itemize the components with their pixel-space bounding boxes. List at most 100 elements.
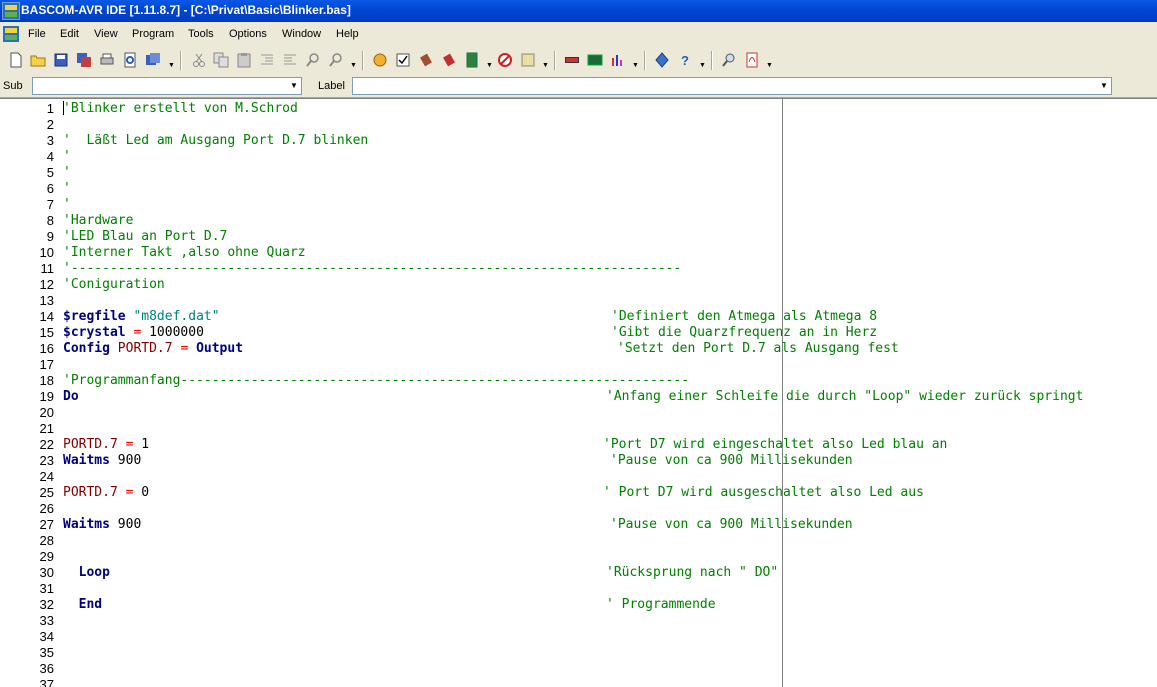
terminal-dropdown-arrow[interactable]: ▼ [542,62,549,69]
code-line[interactable]: 1 'Blinker erstellt von M.Schrod [0,101,1157,117]
chart-dropdown-arrow[interactable]: ▼ [632,62,639,69]
find-dropdown-arrow[interactable]: ▼ [350,62,357,69]
code-line[interactable]: 34 [0,629,1157,645]
program-chip-icon[interactable] [464,52,480,68]
code-text[interactable]: ' [63,165,71,181]
find-replace-icon[interactable] [328,52,344,68]
code-line[interactable]: 11 '-------------------------------------… [0,261,1157,277]
code-text[interactable]: 'LED Blau an Port D.7 [63,229,227,245]
code-line[interactable]: 31 [0,581,1157,597]
cut-icon[interactable] [191,52,207,68]
code-text[interactable]: 'Blinker erstellt von M.Schrod [63,101,298,117]
code-text[interactable]: 'Hardware [63,213,133,229]
outdent-icon[interactable] [282,52,298,68]
chevron-down-icon[interactable]: ▼ [1097,78,1111,94]
code-line[interactable]: 9 'LED Blau an Port D.7 [0,229,1157,245]
code-text[interactable]: ' [63,181,71,197]
code-text[interactable]: End [63,597,102,613]
code-line[interactable]: 30 Loop 'Rücksprung nach " DO" [0,565,1157,581]
pdf-icon[interactable] [744,52,760,68]
code-text[interactable]: Loop [63,565,110,581]
code-text[interactable]: Config PORTD.7 = Output [63,341,243,357]
print-preview-icon[interactable] [122,52,138,68]
chevron-down-icon[interactable]: ▼ [287,78,301,94]
code-line[interactable]: 20 [0,405,1157,421]
code-line[interactable]: 27 Waitms 900 'Pause von ca 900 Millisekun… [0,517,1157,533]
chip2-icon[interactable] [441,52,457,68]
menu-edit[interactable]: Edit [60,28,79,40]
menu-help[interactable]: Help [336,28,359,40]
code-line[interactable]: 18 'Programmanfang-----------------------… [0,373,1157,389]
code-text[interactable]: $crystal = 1000000 [63,325,204,341]
stop-icon[interactable] [497,52,513,68]
code-line[interactable]: 15 $crystal = 1000000 'Gibt die Quarzfrequ… [0,325,1157,341]
open-file-icon[interactable] [30,52,46,68]
code-line[interactable]: 32 End ' Programmende [0,597,1157,613]
indent-icon[interactable] [259,52,275,68]
save-all-icon[interactable] [145,52,161,68]
zoom-icon[interactable] [721,52,737,68]
code-text[interactable]: 'Interner Takt ,also ohne Quarz [63,245,306,261]
bascom-app-icon[interactable] [2,2,20,20]
menu-window[interactable]: Window [282,28,321,40]
code-text[interactable]: Do [63,389,79,405]
code-text[interactable]: Waitms 900 [63,517,141,533]
new-file-icon[interactable] [8,52,24,68]
code-line[interactable]: 14 $regfile "m8def.dat" 'Definiert den Atm… [0,309,1157,325]
code-line[interactable]: 2 [0,117,1157,133]
terminal-icon[interactable] [520,52,536,68]
code-text[interactable]: PORTD.7 = 1 [63,437,149,453]
code-line[interactable]: 24 [0,469,1157,485]
code-line[interactable]: 17 [0,357,1157,373]
code-line[interactable]: 13 [0,293,1157,309]
code-line[interactable]: 28 [0,533,1157,549]
save-icon[interactable] [53,52,69,68]
code-text[interactable]: ' [63,197,71,213]
code-line[interactable]: 7 ' [0,197,1157,213]
code-line[interactable]: 16 Config PORTD.7 = Output 'Setzt den Port… [0,341,1157,357]
code-line[interactable]: 12 'Coniguration [0,277,1157,293]
sub-dropdown[interactable]: ▼ [32,77,302,95]
menu-program[interactable]: Program [132,28,174,40]
lcd-icon[interactable] [564,52,580,68]
chip-icon[interactable] [418,52,434,68]
code-line[interactable]: 6 ' [0,181,1157,197]
help-dropdown-arrow[interactable]: ▼ [699,62,706,69]
code-text[interactable]: 'Coniguration [63,277,165,293]
menu-tools[interactable]: Tools [188,28,214,40]
code-text[interactable]: Waitms 900 [63,453,141,469]
code-text[interactable]: PORTD.7 = 0 [63,485,149,501]
code-line[interactable]: 23 Waitms 900 'Pause von ca 900 Millisekun… [0,453,1157,469]
code-text[interactable]: '---------------------------------------… [63,261,681,277]
code-line[interactable]: 4 ' [0,149,1157,165]
bar-chart-icon[interactable] [610,52,626,68]
code-line[interactable]: 26 [0,501,1157,517]
code-editor[interactable]: 1 'Blinker erstellt von M.Schrod 2 3 ' Läßt … [0,98,1157,687]
code-text[interactable]: 'Programmanfang-------------------------… [63,373,689,389]
code-line[interactable]: 19 Do 'Anfang einer Schleife die durch "Lo… [0,389,1157,405]
code-line[interactable]: 5 ' [0,165,1157,181]
code-line[interactable]: 22 PORTD.7 = 1 'Port D7 wird eingeschaltet… [0,437,1157,453]
syntax-check-icon[interactable] [395,52,411,68]
code-line[interactable]: 3 ' Läßt Led am Ausgang Port D.7 blinken [0,133,1157,149]
document-icon[interactable] [3,26,19,42]
label-dropdown[interactable]: ▼ [352,77,1112,95]
menu-file[interactable]: File [28,28,46,40]
code-line[interactable]: 36 [0,661,1157,677]
save-dropdown-arrow[interactable]: ▼ [168,62,175,69]
code-line[interactable]: 25 PORTD.7 = 0 ' Port D7 wird ausgeschalte… [0,485,1157,501]
code-text[interactable]: ' Läßt Led am Ausgang Port D.7 blinken [63,133,368,149]
compile-icon[interactable] [372,52,388,68]
find-icon[interactable] [305,52,321,68]
code-line[interactable]: 8 'Hardware [0,213,1157,229]
title-bar[interactable]: BASCOM-AVR IDE [1.11.8.7] - [C:\Privat\B… [0,0,1157,22]
copy-icon[interactable] [213,52,229,68]
code-line[interactable]: 10 'Interner Takt ,also ohne Quarz [0,245,1157,261]
menu-view[interactable]: View [94,28,118,40]
program-dropdown-arrow[interactable]: ▼ [486,62,493,69]
pdf-dropdown-arrow[interactable]: ▼ [766,62,773,69]
lcd-designer-icon[interactable] [587,52,603,68]
code-line[interactable]: 29 [0,549,1157,565]
code-text[interactable]: ' [63,149,71,165]
code-line[interactable]: 35 [0,645,1157,661]
